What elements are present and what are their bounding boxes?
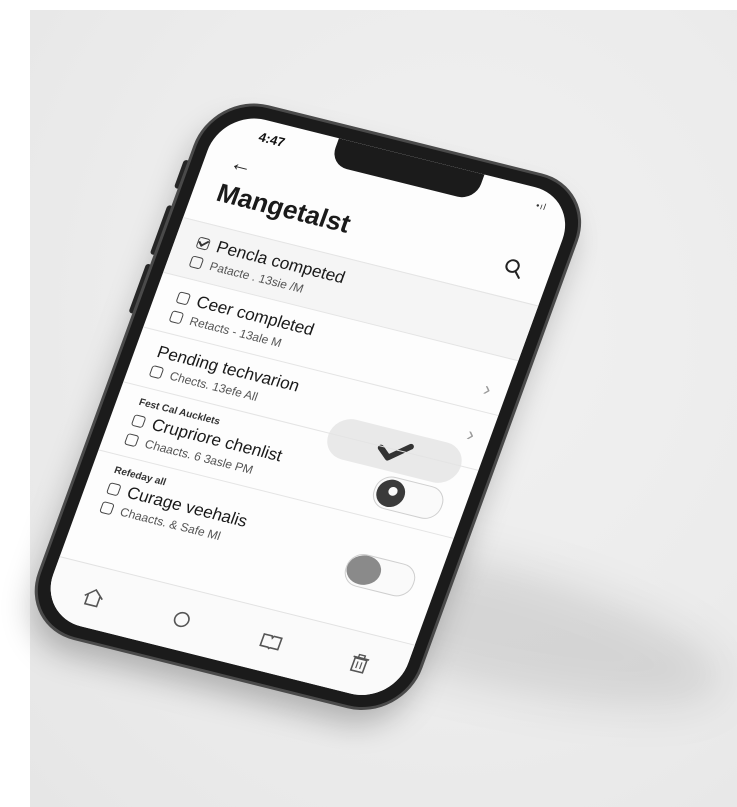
checkbox[interactable]: [175, 291, 192, 306]
checkbox-checked[interactable]: [195, 236, 212, 251]
status-time: 4:47: [256, 129, 288, 150]
checkbox[interactable]: [105, 482, 122, 497]
checkbox[interactable]: [99, 501, 115, 516]
search-icon[interactable]: [501, 257, 527, 281]
checkbox[interactable]: [130, 414, 147, 429]
back-arrow-icon[interactable]: ←: [226, 150, 257, 180]
trash-icon[interactable]: [342, 648, 376, 679]
signal-icon: •ıl: [534, 200, 549, 213]
checkbox[interactable]: [148, 364, 165, 380]
checkbox[interactable]: [168, 310, 185, 325]
circle-icon[interactable]: [165, 604, 199, 635]
book-icon[interactable]: [254, 626, 288, 657]
checkbox[interactable]: [188, 255, 205, 270]
home-icon[interactable]: [76, 582, 110, 613]
checkbox[interactable]: [123, 432, 140, 448]
